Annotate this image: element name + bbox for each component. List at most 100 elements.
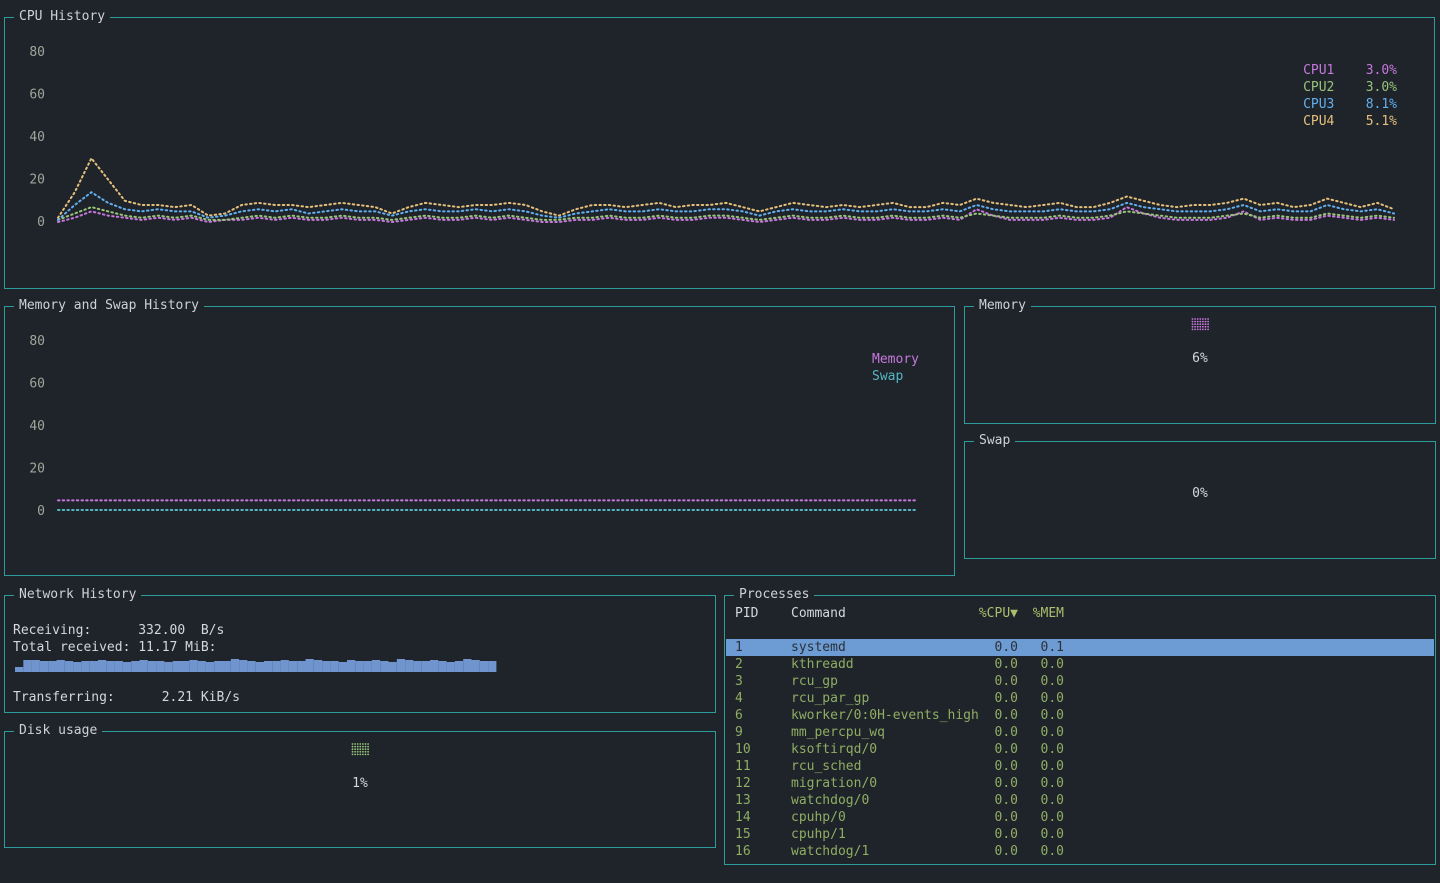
svg-text:20: 20 xyxy=(29,173,45,188)
process-command: ksoftirqd/0 xyxy=(791,741,955,758)
process-command: migration/0 xyxy=(791,775,955,792)
legend-item: CPU2 3.0% xyxy=(1303,79,1397,96)
process-cpu: 0.0 xyxy=(955,809,1018,826)
network-transferring-text: Transferring: 2.21 KiB/s xyxy=(13,690,240,705)
process-table-header: PID Command %CPU▼ %MEM xyxy=(726,605,1434,622)
legend-item: CPU1 3.0% xyxy=(1303,62,1397,79)
header-pid[interactable]: PID xyxy=(735,605,791,622)
process-mem: 0.0 xyxy=(1018,843,1064,860)
process-pid: 12 xyxy=(735,775,791,792)
memory-swap-history-graph: 80 60 40 20 0 xyxy=(5,307,954,575)
process-cpu: 0.0 xyxy=(955,741,1018,758)
process-mem: 0.0 xyxy=(1018,792,1064,809)
svg-text:20: 20 xyxy=(29,462,45,477)
svg-text:0: 0 xyxy=(37,504,45,519)
process-row[interactable]: 2kthreadd0.00.0 xyxy=(726,656,1434,673)
process-command: watchdog/1 xyxy=(791,843,955,860)
process-mem: 0.0 xyxy=(1018,809,1064,826)
process-command: rcu_par_gp xyxy=(791,690,955,707)
process-row[interactable]: 15cpuhp/10.00.0 xyxy=(726,826,1434,843)
process-cpu: 0.0 xyxy=(955,843,1018,860)
memory-swap-legend: MemorySwap xyxy=(872,351,919,385)
legend-item: CPU3 8.1% xyxy=(1303,96,1397,113)
disk-usage-title: Disk usage xyxy=(14,723,102,739)
process-mem: 0.0 xyxy=(1018,690,1064,707)
process-row[interactable]: 11rcu_sched0.00.0 xyxy=(726,758,1434,775)
legend-item: Memory xyxy=(872,351,919,368)
svg-text:40: 40 xyxy=(29,419,45,434)
process-row[interactable]: 13watchdog/00.00.0 xyxy=(726,792,1434,809)
process-pid: 15 xyxy=(735,826,791,843)
header-mem[interactable]: %MEM xyxy=(1018,605,1064,622)
memory-swap-history-panel: Memory and Swap History 806040200 Memory… xyxy=(4,306,955,576)
process-cpu: 0.0 xyxy=(955,724,1018,741)
svg-text:0: 0 xyxy=(37,215,45,230)
process-row[interactable]: 14cpuhp/00.00.0 xyxy=(726,809,1434,826)
cpu-history-graph: 806040200 xyxy=(5,18,1434,288)
process-mem: 0.0 xyxy=(1018,826,1064,843)
process-mem: 0.0 xyxy=(1018,758,1064,775)
process-cpu: 0.0 xyxy=(955,792,1018,809)
process-pid: 9 xyxy=(735,724,791,741)
memory-gauge-title: Memory xyxy=(974,298,1031,314)
process-row-selected[interactable]: 1systemd0.00.1 xyxy=(726,639,1434,656)
process-command: watchdog/0 xyxy=(791,792,955,809)
svg-text:60: 60 xyxy=(29,377,45,392)
header-cpu-sort[interactable]: %CPU▼ xyxy=(955,605,1018,622)
process-command: cpuhp/1 xyxy=(791,826,955,843)
system-monitor-screen: CPU History 806040200 CPU1 3.0%CPU2 3.0%… xyxy=(0,0,1440,883)
memory-gauge-value: 6% xyxy=(965,351,1435,366)
processes-title: Processes xyxy=(734,587,814,603)
process-row[interactable]: 9mm_percpu_wq0.00.0 xyxy=(726,724,1434,741)
process-mem: 0.0 xyxy=(1018,656,1064,673)
cpu-history-panel: CPU History 806040200 CPU1 3.0%CPU2 3.0%… xyxy=(4,17,1435,289)
process-cpu: 0.0 xyxy=(955,656,1018,673)
cpu-legend: CPU1 3.0%CPU2 3.0%CPU3 8.1%CPU4 5.1% xyxy=(1303,62,1397,130)
process-mem: 0.1 xyxy=(1018,639,1064,656)
process-pid: 16 xyxy=(735,843,791,860)
process-row[interactable]: 12migration/00.00.0 xyxy=(726,775,1434,792)
swap-gauge-value: 0% xyxy=(965,486,1435,501)
process-pid: 3 xyxy=(735,673,791,690)
process-pid: 13 xyxy=(735,792,791,809)
disk-gauge-value: 1% xyxy=(5,776,715,791)
svg-text:40: 40 xyxy=(29,130,45,145)
process-command: kthreadd xyxy=(791,656,955,673)
process-pid: 11 xyxy=(735,758,791,775)
disk-gauge-dots-icon xyxy=(350,742,371,757)
processes-panel: Processes PID Command %CPU▼ %MEM 1system… xyxy=(724,595,1436,865)
process-pid: 2 xyxy=(735,656,791,673)
svg-text:80: 80 xyxy=(29,334,45,349)
process-row[interactable]: 4rcu_par_gp0.00.0 xyxy=(726,690,1434,707)
process-pid: 14 xyxy=(735,809,791,826)
swap-gauge-panel: Swap 0% xyxy=(964,441,1436,559)
process-command: rcu_gp xyxy=(791,673,955,690)
memory-gauge-panel: Memory 6% xyxy=(964,306,1436,424)
header-command[interactable]: Command xyxy=(791,605,955,622)
process-row[interactable]: 16watchdog/10.00.0 xyxy=(726,843,1434,860)
process-pid: 10 xyxy=(735,741,791,758)
process-pid: 6 xyxy=(735,707,791,724)
swap-gauge-title: Swap xyxy=(974,433,1015,449)
process-table-body: 1systemd0.00.12kthreadd0.00.03rcu_gp0.00… xyxy=(726,639,1434,860)
process-cpu: 0.0 xyxy=(955,707,1018,724)
process-mem: 0.0 xyxy=(1018,741,1064,758)
process-row[interactable]: 3rcu_gp0.00.0 xyxy=(726,673,1434,690)
process-command: kworker/0:0H-events_high xyxy=(791,707,955,724)
legend-item: CPU4 5.1% xyxy=(1303,113,1397,130)
process-cpu: 0.0 xyxy=(955,639,1018,656)
process-cpu: 0.0 xyxy=(955,775,1018,792)
process-cpu: 0.0 xyxy=(955,826,1018,843)
process-mem: 0.0 xyxy=(1018,707,1064,724)
process-cpu: 0.0 xyxy=(955,758,1018,775)
process-command: rcu_sched xyxy=(791,758,955,775)
process-command: mm_percpu_wq xyxy=(791,724,955,741)
process-row[interactable]: 10ksoftirqd/00.00.0 xyxy=(726,741,1434,758)
process-command: cpuhp/0 xyxy=(791,809,955,826)
process-row[interactable]: 6kworker/0:0H-events_high0.00.0 xyxy=(726,707,1434,724)
disk-usage-panel: Disk usage 1% xyxy=(4,731,716,848)
process-pid: 1 xyxy=(735,639,791,656)
process-cpu: 0.0 xyxy=(955,690,1018,707)
process-pid: 4 xyxy=(735,690,791,707)
process-mem: 0.0 xyxy=(1018,673,1064,690)
